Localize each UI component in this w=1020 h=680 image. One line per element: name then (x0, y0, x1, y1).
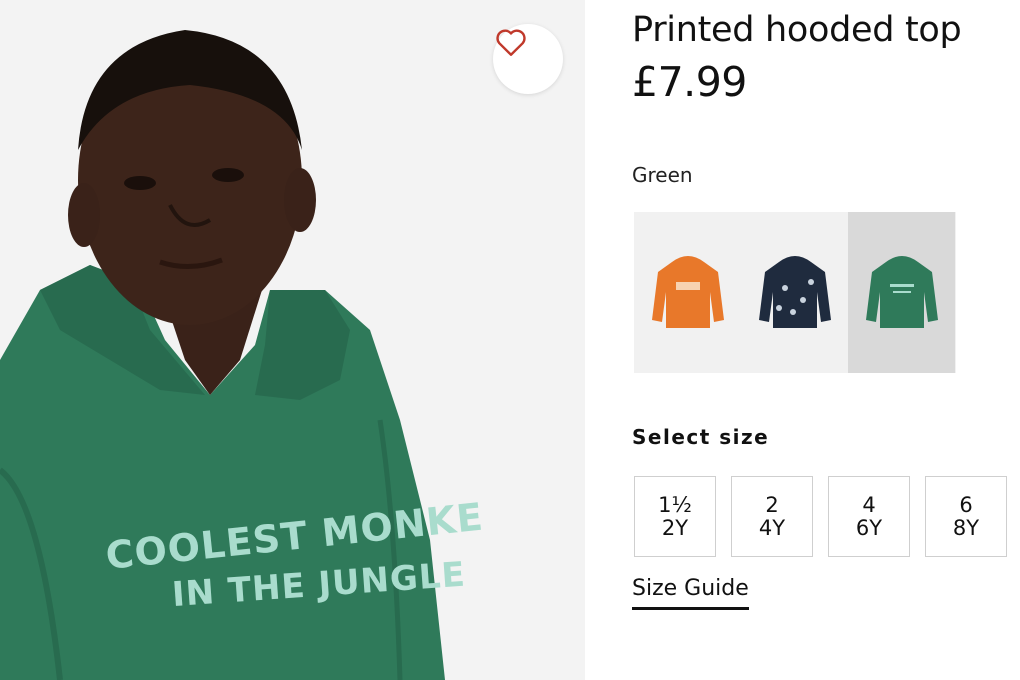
size-option-age: 6 (959, 492, 973, 517)
color-swatch-green[interactable] (848, 212, 955, 373)
heart-icon (496, 29, 526, 56)
color-swatch-navy[interactable] (741, 212, 848, 373)
size-option-years: 4Y (758, 515, 786, 540)
product-image: COOLEST MONKE IN THE JUNGLE (0, 0, 585, 680)
green-hoodie-thumbnail (865, 255, 938, 328)
product-info-panel: Printed hooded top £7.99 Green Select si… (632, 0, 1012, 680)
size-option-years: 8Y (952, 515, 980, 540)
add-to-favorites-button[interactable] (493, 24, 563, 94)
select-size-heading: Select size (632, 425, 770, 449)
size-option-age: 1½ (658, 492, 692, 517)
size-option-3[interactable]: 4 6Y (828, 476, 910, 557)
size-option-age: 4 (862, 492, 876, 517)
product-title: Printed hooded top (632, 10, 962, 50)
size-options: 1½ 2Y 2 4Y 4 6Y 6 8Y (634, 476, 1007, 557)
size-guide-link[interactable]: Size Guide (632, 576, 749, 610)
product-price: £7.99 (632, 58, 747, 106)
size-option-years: 2Y (661, 515, 689, 540)
orange-hoodie-thumbnail (651, 255, 724, 328)
size-option-2[interactable]: 2 4Y (731, 476, 813, 557)
color-swatch-list (634, 212, 956, 373)
color-swatch-orange[interactable] (634, 212, 741, 373)
selected-color-label: Green (632, 163, 693, 187)
size-option-4[interactable]: 6 8Y (925, 476, 1007, 557)
size-option-years: 6Y (855, 515, 883, 540)
size-option-1[interactable]: 1½ 2Y (634, 476, 716, 557)
navy-hoodie-thumbnail (758, 255, 831, 328)
product-photo-illustration: COOLEST MONKE IN THE JUNGLE (0, 30, 486, 680)
size-option-age: 2 (765, 492, 779, 517)
